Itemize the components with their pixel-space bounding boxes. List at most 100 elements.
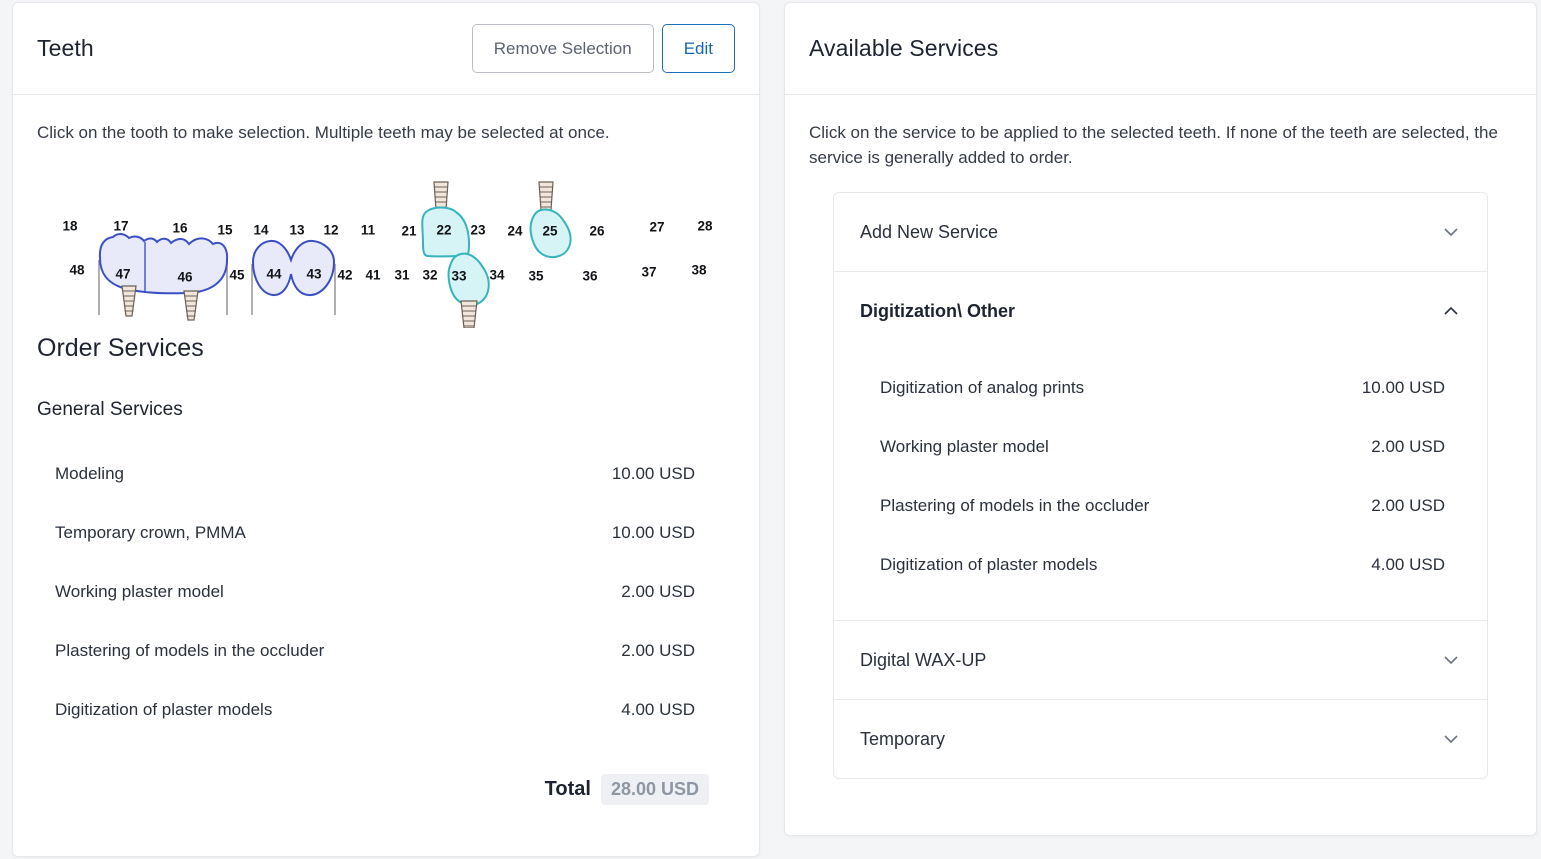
tooth-21 (421, 181, 471, 258)
tooth-number-14[interactable]: 14 (253, 222, 268, 237)
teeth-panel-body: Click on the tooth to make selection. Mu… (13, 95, 759, 856)
dental-order-screen: Teeth Remove Selection Edit Click on the… (0, 0, 1541, 859)
tooth-number-24[interactable]: 24 (507, 223, 522, 238)
tooth-number-45[interactable]: 45 (229, 267, 244, 282)
tooth-number-12[interactable]: 12 (323, 222, 338, 237)
tooth-number-11[interactable]: 11 (361, 222, 375, 237)
tooth-number-21[interactable]: 21 (401, 223, 416, 238)
order-service-name: Working plaster model (55, 582, 224, 602)
tooth-number-15[interactable]: 15 (217, 222, 232, 237)
teeth-panel-header: Teeth Remove Selection Edit (13, 3, 759, 95)
order-services-title: Order Services (37, 333, 204, 362)
accordion-label: Add New Service (860, 221, 999, 242)
order-service-price: 2.00 USD (621, 582, 695, 602)
available-service-price: 10.00 USD (1361, 377, 1445, 397)
tooth-number-13[interactable]: 13 (289, 222, 304, 237)
order-service-price: 10.00 USD (611, 464, 695, 484)
tooth-number-18[interactable]: 18 (62, 218, 77, 233)
tooth-number-43[interactable]: 43 (306, 266, 321, 281)
order-service-name: Digitization of plaster models (55, 700, 273, 720)
tooth-number-32[interactable]: 32 (422, 267, 437, 282)
tooth-group-44-43 (251, 239, 336, 315)
order-service-row[interactable]: Temporary crown, PMMA 10.00 USD (37, 504, 735, 563)
chevron-down-icon[interactable] (1441, 222, 1461, 242)
order-service-name: Plastering of models in the occluder (55, 641, 325, 661)
chevron-down-icon[interactable] (1441, 729, 1461, 749)
chevron-down-icon[interactable] (1441, 650, 1461, 670)
accordion-header[interactable]: Digitization\ Other (834, 272, 1487, 350)
tooth-number-17[interactable]: 17 (113, 218, 128, 233)
tooth-number-31[interactable]: 31 (394, 267, 409, 282)
services-accordion: Add New Service Digitization\ Other Digiti… (833, 192, 1488, 780)
accordion-label: Temporary (860, 728, 946, 749)
tooth-number-44[interactable]: 44 (266, 266, 281, 281)
tooth-number-47[interactable]: 47 (115, 266, 130, 281)
order-service-row[interactable]: Modeling 10.00 USD (37, 445, 735, 504)
order-service-price: 4.00 USD (621, 700, 695, 720)
available-service-price: 2.00 USD (1371, 436, 1445, 456)
order-service-price: 2.00 USD (621, 641, 695, 661)
available-service-price: 4.00 USD (1371, 554, 1445, 574)
tooth-number-28[interactable]: 28 (697, 218, 712, 233)
accordion-section: Digital WAX-UP (834, 621, 1487, 701)
order-service-row[interactable]: Digitization of plaster models 4.00 USD (37, 681, 735, 740)
tooth-number-35[interactable]: 35 (528, 268, 543, 283)
available-service-name: Plastering of models in the occluder (880, 495, 1150, 515)
available-service-row[interactable]: Working plaster model 2.00 USD (834, 417, 1487, 476)
accordion-body: Digitization of analog prints 10.00 USD Wo… (834, 350, 1487, 620)
tooth-number-38[interactable]: 38 (691, 262, 706, 277)
order-services-list: Modeling 10.00 USD Temporary crown, PMMA 10… (37, 445, 735, 740)
accordion-section: Digitization\ Other Digitization of analo… (834, 272, 1487, 622)
available-service-name: Digitization of plaster models (880, 554, 1098, 574)
page-title: Teeth (37, 35, 94, 61)
accordion-section: Temporary (834, 700, 1487, 778)
order-service-name: Temporary crown, PMMA (55, 523, 246, 543)
tooth-number-42[interactable]: 42 (337, 267, 352, 282)
tooth-number-23[interactable]: 23 (470, 222, 485, 237)
tooth-number-34[interactable]: 34 (489, 267, 504, 282)
chevron-up-icon[interactable] (1441, 301, 1461, 321)
accordion-header[interactable]: Digital WAX-UP (834, 621, 1487, 699)
accordion-label: Digital WAX-UP (860, 649, 987, 670)
available-services-hint: Click on the service to be applied to th… (809, 123, 1498, 167)
tooth-number-48[interactable]: 48 (69, 262, 84, 277)
accordion-label: Digitization\ Other (860, 300, 1015, 321)
accordion-header[interactable]: Add New Service (834, 193, 1487, 271)
tooth-number-33[interactable]: 33 (451, 268, 466, 283)
accordion-section: Add New Service (834, 193, 1487, 273)
tooth-number-41[interactable]: 41 (365, 267, 380, 282)
tooth-33 (447, 252, 490, 328)
implant-screw-24 (538, 181, 554, 211)
teeth-chart[interactable]: 18 17 16 15 14 13 12 11 21 22 23 24 25 26 27 28 48 47 46 45… (37, 168, 737, 328)
order-service-row[interactable]: Working plaster model 2.00 USD (37, 563, 735, 622)
available-service-name: Working plaster model (880, 436, 1049, 456)
tooth-number-25[interactable]: 25 (542, 223, 557, 238)
implant-screw-21 (433, 181, 449, 211)
teeth-hint-text: Click on the tooth to make selection. Mu… (37, 123, 610, 142)
available-service-price: 2.00 USD (1371, 495, 1445, 515)
general-services-title: General Services (37, 398, 183, 420)
edit-button[interactable]: Edit (661, 24, 735, 73)
available-service-row[interactable]: Digitization of plaster models 4.00 USD (834, 535, 1487, 594)
tooth-number-22[interactable]: 22 (436, 222, 451, 237)
tooth-number-46[interactable]: 46 (177, 269, 192, 284)
header-actions: Remove Selection Edit (471, 24, 735, 73)
available-service-row[interactable]: Plastering of models in the occluder 2.00… (834, 476, 1487, 535)
available-service-name: Digitization of analog prints (880, 377, 1085, 397)
accordion-header[interactable]: Temporary (834, 700, 1487, 778)
available-services-header: Available Services (785, 3, 1536, 95)
available-service-row[interactable]: Digitization of analog prints 10.00 USD (834, 358, 1487, 417)
total-label: Total (544, 777, 591, 800)
remove-selection-button[interactable]: Remove Selection (471, 24, 654, 73)
order-service-row[interactable]: Plastering of models in the occluder 2.00… (37, 622, 735, 681)
available-services-panel: Available Services Click on the service … (784, 2, 1537, 836)
implant-screw-47 (121, 285, 137, 317)
tooth-number-27[interactable]: 27 (649, 219, 664, 234)
teeth-diagram-svg (98, 181, 572, 328)
implant-screw-33 (460, 300, 478, 328)
tooth-number-37[interactable]: 37 (641, 264, 656, 279)
tooth-number-26[interactable]: 26 (589, 223, 604, 238)
tooth-number-16[interactable]: 16 (172, 220, 187, 235)
available-services-title: Available Services (809, 35, 999, 61)
tooth-number-36[interactable]: 36 (582, 268, 597, 283)
